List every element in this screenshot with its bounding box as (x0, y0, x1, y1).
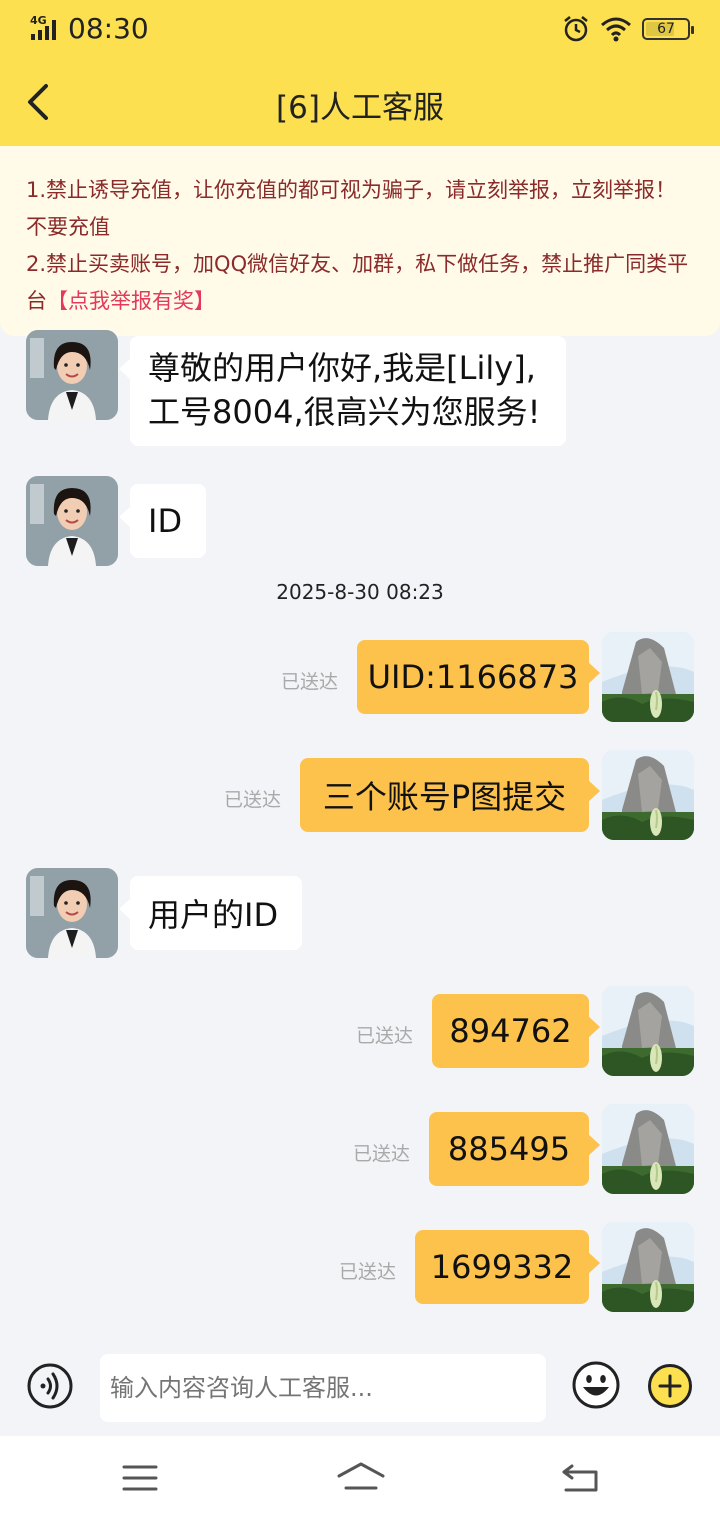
alarm-icon (564, 16, 588, 42)
message-text: 894762 (449, 1012, 572, 1050)
voice-input-icon[interactable] (26, 1362, 74, 1410)
emoji-icon[interactable] (571, 1360, 621, 1410)
delivered-status: 已送达 (353, 1143, 411, 1165)
report-reward-link[interactable]: 【点我举报有奖】 (47, 289, 215, 313)
user-avatar[interactable] (602, 1222, 694, 1312)
message-text: UID:1166873 (367, 658, 579, 696)
delivered-status: 已送达 (339, 1261, 397, 1283)
user-avatar[interactable] (602, 750, 694, 840)
outgoing-message: 三个账号P图提交 (300, 758, 600, 832)
input-bar (0, 1340, 720, 1436)
home-icon[interactable] (336, 1460, 386, 1494)
incoming-message: ID (119, 484, 206, 558)
message-text: 尊敬的用户你好,我是[Lily], (148, 349, 536, 387)
message-text: 用户的ID (148, 896, 279, 934)
battery-level: 67 (657, 21, 675, 37)
incoming-message: 用户的ID (119, 876, 302, 950)
delivered-status: 已送达 (281, 671, 339, 693)
notice-line-2: 2.禁止买卖账号，加QQ微信好友、加群，私下做任务，禁止推广同类平台【点我举报有… (26, 246, 694, 320)
menu-icon[interactable] (122, 1464, 158, 1492)
message-text: 885495 (447, 1130, 571, 1168)
signal-icon: 4G (30, 14, 56, 40)
incoming-message: 尊敬的用户你好,我是[Lily], 工号8004,很高兴为您服务! (119, 336, 566, 446)
delivered-status: 已送达 (356, 1025, 414, 1047)
message-input[interactable] (100, 1354, 546, 1422)
message-text: 三个账号P图提交 (322, 778, 567, 816)
message-text: ID (148, 502, 183, 540)
system-nav-bar (0, 1436, 720, 1520)
status-icons: 67 (562, 14, 694, 44)
outgoing-message: 894762 (432, 994, 600, 1068)
delivered-status: 已送达 (224, 789, 282, 811)
back-nav-icon[interactable] (560, 1462, 600, 1494)
outgoing-message: UID:1166873 (357, 640, 600, 714)
status-bar: 4G 08:30 67 (0, 0, 720, 58)
user-avatar[interactable] (602, 986, 694, 1076)
outgoing-message: 1699332 (415, 1230, 600, 1304)
add-plus-icon[interactable] (647, 1363, 693, 1409)
warning-notice: 1.禁止诱导充值，让你充值的都可视为骗子，请立刻举报，立刻举报！不要充值 2.禁… (0, 146, 720, 336)
outgoing-message: 885495 (429, 1112, 600, 1186)
agent-avatar[interactable] (26, 476, 118, 566)
page-title: [6]人工客服 (276, 90, 444, 126)
network-type: 4G (30, 14, 47, 27)
notice-line-1: 1.禁止诱导充值，让你充值的都可视为骗子，请立刻举报，立刻举报！不要充值 (26, 178, 677, 239)
agent-avatar[interactable] (26, 868, 118, 958)
message-text: 1699332 (430, 1248, 574, 1286)
clock: 08:30 (68, 12, 149, 45)
user-avatar[interactable] (602, 632, 694, 722)
user-avatar[interactable] (602, 1104, 694, 1194)
message-text: 工号8004,很高兴为您服务! (148, 393, 541, 431)
message-timestamp: 2025-8-30 08:23 (276, 580, 444, 604)
wifi-icon (601, 17, 631, 42)
top-bar: 4G 08:30 67 [6]人工客服 (0, 0, 720, 146)
battery-icon: 67 (642, 18, 694, 40)
agent-avatar[interactable] (26, 330, 118, 420)
